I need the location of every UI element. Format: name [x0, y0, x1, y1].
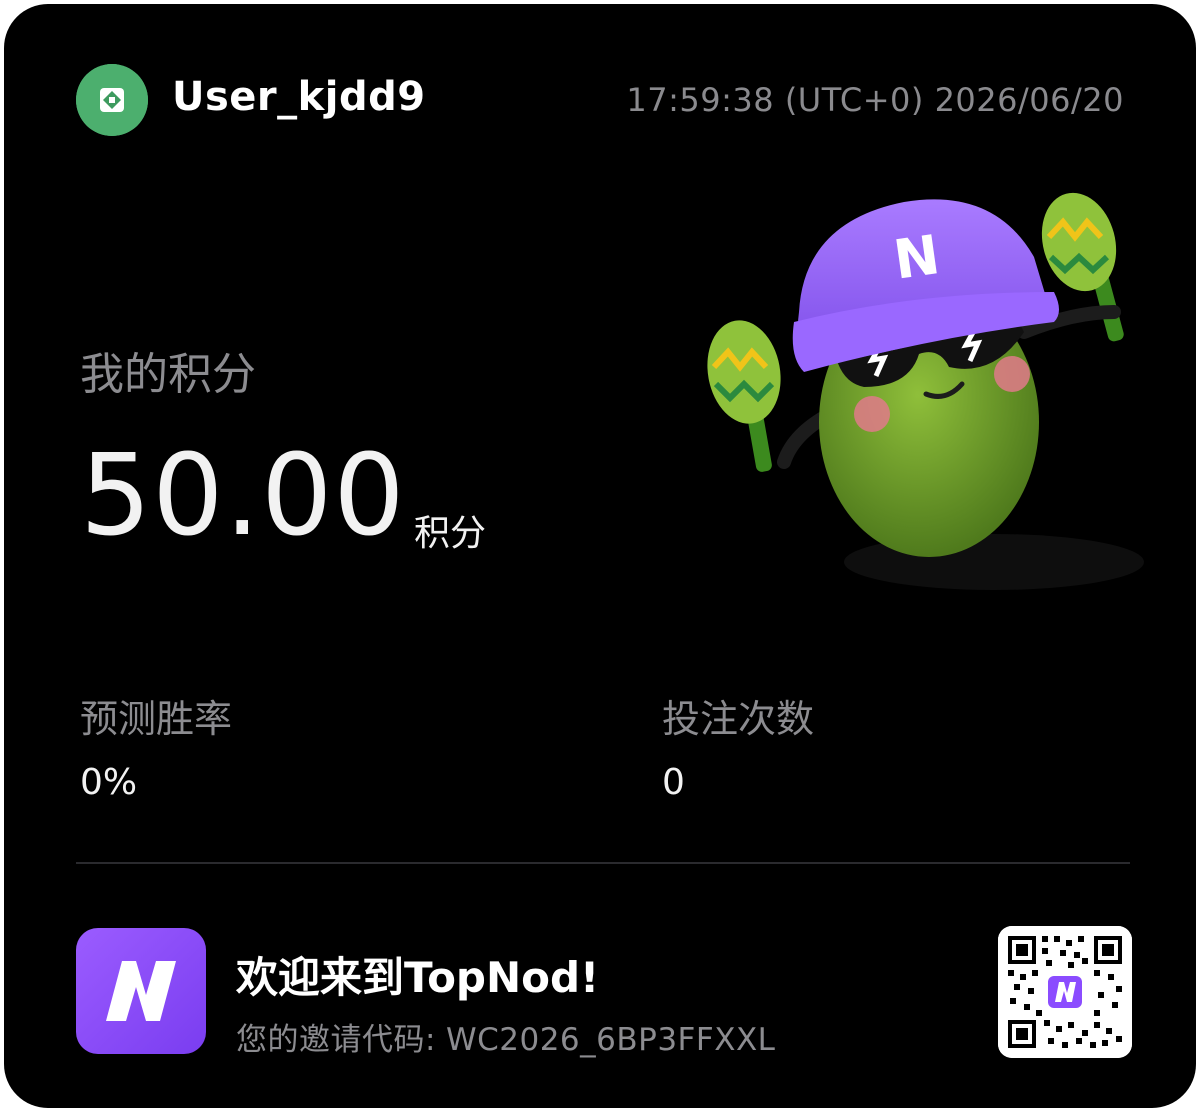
- welcome-text: 欢迎来到TopNod!: [236, 953, 600, 1002]
- avatar-icon: [76, 64, 148, 136]
- timestamp: 17:59:38 (UTC+0) 2026/06/20: [626, 81, 1124, 119]
- points-unit: 积分: [414, 513, 487, 554]
- divider: [76, 862, 1130, 864]
- mascot-image: N: [707, 192, 1144, 590]
- invite-line: 您的邀请代码: WC2026_6BP3FFXXL: [236, 1014, 775, 1059]
- bet-count-label: 投注次数: [662, 697, 815, 741]
- username: User_kjdd9: [172, 74, 426, 120]
- invite-label: 您的邀请代码:: [236, 1022, 436, 1058]
- invite-code: WC2026_6BP3FFXXL: [445, 1022, 776, 1058]
- share-card: User_kjdd9 17:59:38 (UTC+0) 2026/06/20 我…: [4, 4, 1196, 1108]
- qr-code-icon: [998, 926, 1132, 1058]
- hat-letter: N: [890, 223, 944, 292]
- app-logo: [76, 928, 206, 1054]
- points-label: 我的积分: [80, 349, 256, 400]
- bet-count-value: 0: [662, 762, 685, 803]
- avatar: [76, 64, 148, 136]
- qr-code[interactable]: [998, 926, 1132, 1058]
- points-value: 50.00: [80, 431, 406, 561]
- win-rate-value: 0%: [80, 762, 138, 803]
- topnod-logo-icon: [106, 961, 176, 1021]
- left-maraca: [707, 320, 781, 472]
- win-rate-label: 预测胜率: [80, 697, 233, 741]
